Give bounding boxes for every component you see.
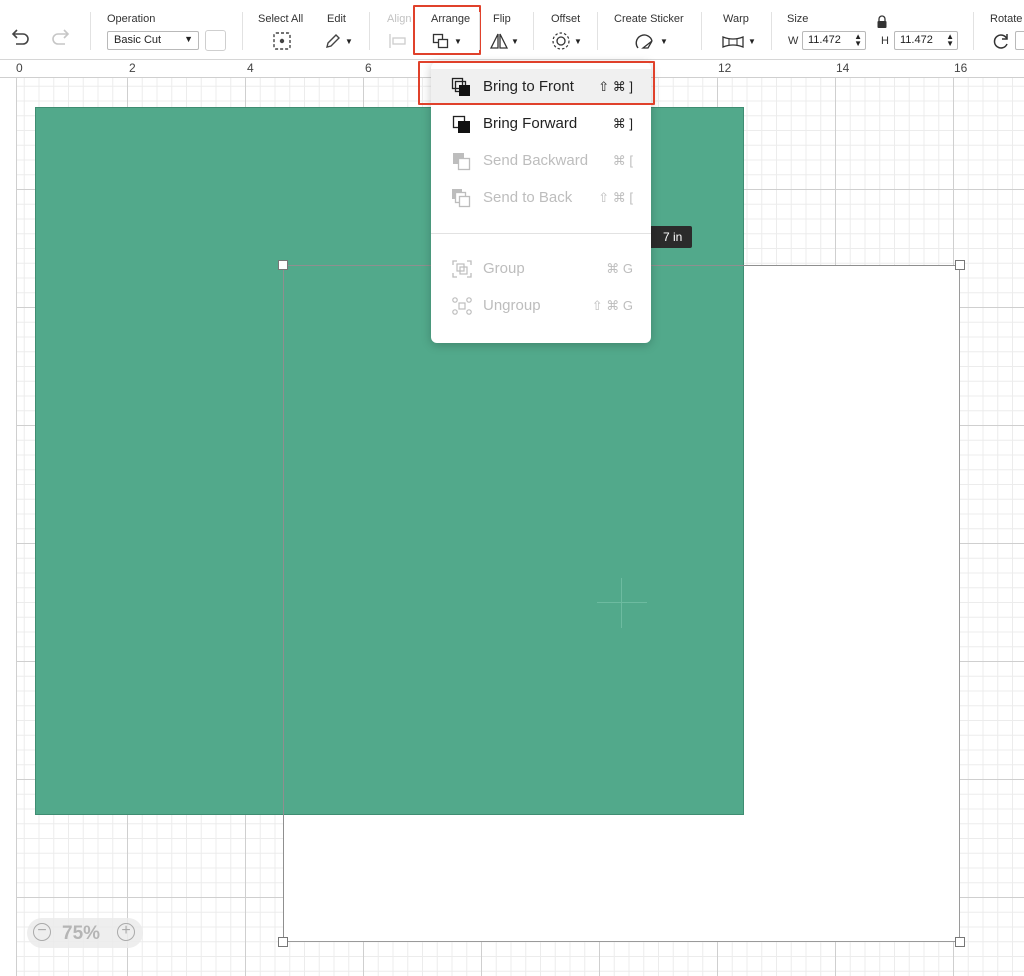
top-toolbar: Operation Basic Cut ▼ Select All Edit ▼ … [0, 0, 1024, 60]
center-crosshair [621, 578, 622, 628]
menu-divider [431, 233, 651, 234]
rotate-label: Rotate [990, 13, 1023, 25]
warp-icon[interactable] [721, 34, 745, 50]
group-icon [452, 260, 472, 278]
menu-item-send-backward[interactable]: Send Backward ⌘ [ [431, 143, 651, 179]
toolbar-separator [90, 12, 91, 50]
ruler-number: 2 [129, 61, 136, 75]
resize-handle-top-right[interactable] [955, 260, 965, 270]
lock-icon[interactable] [876, 15, 888, 29]
menu-item-shortcut: ⌘ G [606, 261, 633, 276]
toolbar-separator [597, 12, 598, 50]
chevron-down-icon: ▼ [660, 37, 668, 46]
caret-down-icon: ▼ [184, 34, 193, 44]
offset-label: Offset [551, 13, 581, 25]
ruler-number: 16 [954, 61, 968, 75]
toolbar-separator [479, 12, 480, 50]
sticker-icon[interactable] [635, 31, 657, 51]
chevron-down-icon: ▼ [345, 37, 353, 46]
menu-item-shortcut: ⌘ ] [612, 116, 633, 131]
select-all-label: Select All [258, 13, 304, 25]
menu-item-ungroup[interactable]: Ungroup ⇧ ⌘ G [431, 288, 651, 324]
menu-item-label: Send Backward [483, 152, 589, 169]
chevron-down-icon: ▼ [574, 37, 582, 46]
menu-item-label: Bring Forward [483, 115, 578, 132]
select-all-icon[interactable] [272, 31, 292, 51]
width-input[interactable]: 11.472 ▲ ▼ [802, 31, 866, 50]
height-prefix: H [881, 35, 889, 47]
chevron-down-icon: ▼ [748, 37, 756, 46]
menu-item-label: Send to Back [483, 189, 573, 206]
operation-label: Operation [107, 13, 156, 25]
send-backward-icon [453, 153, 471, 171]
menu-item-label: Ungroup [483, 297, 541, 314]
menu-item-shortcut: ⌘ [ [612, 153, 633, 168]
menu-item-bring-forward[interactable]: Bring Forward ⌘ ] [431, 106, 651, 142]
ruler-number: 0 [16, 61, 23, 75]
ungroup-icon [452, 297, 472, 315]
chevron-down-icon: ▼ [511, 37, 519, 46]
height-value: 11.472 [900, 34, 933, 46]
menu-item-send-to-back[interactable]: Send to Back ⇧ ⌘ [ [431, 180, 651, 216]
stepper-icon[interactable]: ▲ ▼ [854, 33, 862, 48]
create-sticker-label: Create Sticker [614, 13, 684, 25]
rotate-input[interactable] [1015, 31, 1024, 50]
redo-icon[interactable] [50, 28, 72, 46]
send-to-back-icon [452, 189, 471, 208]
arrange-icon[interactable] [432, 33, 450, 49]
bring-to-front-highlight [418, 61, 655, 105]
menu-item-group[interactable]: Group ⌘ G [431, 251, 651, 287]
center-crosshair [597, 602, 647, 603]
height-input[interactable]: 11.472 ▲ ▼ [894, 31, 958, 50]
arrange-label: Arrange [431, 13, 471, 25]
ruler-number: 6 [365, 61, 372, 75]
toolbar-separator [533, 12, 534, 50]
rotate-icon[interactable] [991, 31, 1011, 51]
undo-icon[interactable] [9, 28, 31, 46]
pencil-icon[interactable] [324, 32, 342, 50]
edit-label: Edit [327, 13, 346, 25]
chevron-down-icon: ▼ [454, 37, 462, 46]
toolbar-separator [242, 12, 243, 50]
left-ruler [0, 78, 17, 976]
stepper-icon[interactable]: ▲ ▼ [946, 33, 954, 48]
bring-forward-icon [452, 115, 470, 133]
zoom-in-button[interactable]: + [117, 923, 135, 941]
menu-item-label: Group [483, 260, 525, 277]
zoom-out-button[interactable]: − [33, 923, 51, 941]
offset-icon[interactable] [551, 31, 571, 51]
align-icon[interactable] [388, 33, 408, 49]
zoom-control: − 75% + [27, 918, 143, 948]
color-swatch[interactable] [205, 30, 226, 51]
flip-icon[interactable] [489, 32, 509, 50]
toolbar-separator [771, 12, 772, 50]
toolbar-separator [369, 12, 370, 50]
flip-label: Flip [493, 13, 511, 25]
resize-handle-top-left[interactable] [278, 260, 288, 270]
zoom-value: 75% [62, 923, 101, 944]
operation-select[interactable]: Basic Cut ▼ [107, 31, 199, 50]
operation-value: Basic Cut [114, 34, 162, 46]
toolbar-separator [701, 12, 702, 50]
warp-label: Warp [723, 13, 749, 25]
ruler-number: 14 [836, 61, 850, 75]
width-prefix: W [788, 35, 799, 47]
selection-edge [283, 265, 284, 942]
menu-item-shortcut: ⇧ ⌘ [ [598, 190, 633, 205]
menu-item-shortcut: ⇧ ⌘ G [591, 298, 633, 313]
resize-handle-bottom-right[interactable] [955, 937, 965, 947]
align-label: Align [387, 13, 412, 25]
resize-handle-bottom-left[interactable] [278, 937, 288, 947]
size-label: Size [787, 13, 809, 25]
width-value: 11.472 [808, 34, 841, 46]
ruler-number: 12 [718, 61, 732, 75]
ruler-number: 4 [247, 61, 254, 75]
toolbar-separator [973, 12, 974, 50]
